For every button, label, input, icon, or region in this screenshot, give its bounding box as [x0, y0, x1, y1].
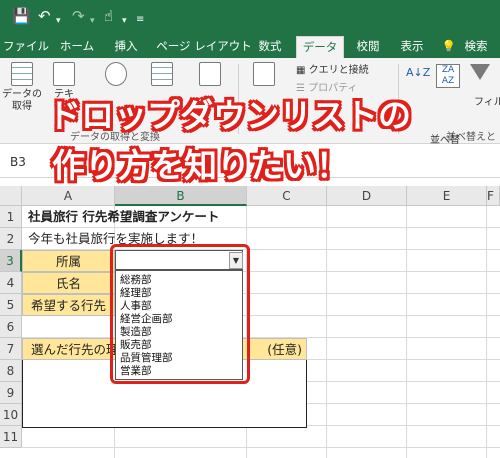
queries-connections-button[interactable]: ▦ クエリと接続 — [296, 64, 369, 78]
cell-a7-optional: (任意) — [267, 342, 302, 357]
cell-a7-label: 選んだ行先の理 — [31, 342, 119, 357]
headline-line-2: 作り方を知りたい！ — [52, 146, 349, 185]
column-header-b[interactable]: B — [115, 186, 247, 206]
row-header-6[interactable]: 6 — [0, 316, 22, 338]
cell-a5[interactable]: 希望する行先 — [22, 294, 115, 316]
properties-label: プロパティ — [308, 83, 358, 94]
row-header-9[interactable]: 9 — [0, 382, 22, 404]
undo-dropdown-icon[interactable]: ▾ — [56, 12, 61, 30]
select-all-corner[interactable] — [0, 186, 22, 206]
row-header-10[interactable]: 10 — [0, 404, 22, 426]
touch-mode-icon[interactable]: ☝ — [104, 7, 113, 25]
ribbon-tabs: ファイル ホーム 挿入 ページ レイアウト 数式 データ 校閲 表示 💡 検索 — [0, 32, 500, 58]
filter-icon[interactable] — [470, 64, 490, 85]
title-bar: 💾 ↶ ▾ ↷ ▾ ☝ ▾ ≡ — [0, 0, 500, 32]
tab-review[interactable]: 校閲 — [350, 36, 386, 58]
table-icon — [151, 62, 173, 86]
row-header-5[interactable]: 5 — [0, 294, 22, 316]
sort-dialog-icon[interactable]: ZA AZ — [436, 64, 460, 88]
tab-data[interactable]: データ — [296, 36, 344, 58]
database-icon — [11, 62, 33, 86]
row-header-3[interactable]: 3 — [0, 250, 22, 272]
properties-button[interactable]: ☰ プロパティ — [296, 82, 358, 96]
tab-view[interactable]: 表示 — [394, 36, 430, 58]
refresh-icon — [253, 62, 275, 86]
highlight-frame — [110, 244, 250, 384]
redo-icon[interactable]: ↷ — [72, 7, 85, 25]
tab-home[interactable]: ホーム — [54, 36, 100, 58]
tab-insert[interactable]: 挿入 — [106, 36, 146, 58]
cell-a4[interactable]: 氏名 — [22, 272, 115, 294]
from-table-button[interactable] — [142, 62, 182, 89]
column-header-f[interactable]: F — [487, 186, 500, 206]
cell-a1[interactable]: 社員旅行 行先希望調査アンケート — [22, 206, 322, 228]
column-header-a[interactable]: A — [22, 186, 115, 206]
row-header-7[interactable]: 7 — [0, 338, 22, 360]
row-header-2[interactable]: 2 — [0, 228, 22, 250]
get-data-label-2: 取得 — [12, 101, 32, 112]
row-header-8[interactable]: 8 — [0, 360, 22, 382]
save-icon[interactable]: 💾 — [12, 7, 31, 25]
from-web-button[interactable] — [96, 62, 136, 89]
cell-a3[interactable]: 所属 — [22, 250, 115, 272]
tell-me-search[interactable]: 検索 — [458, 36, 494, 58]
row-header-4[interactable]: 4 — [0, 272, 22, 294]
get-data-button[interactable]: データの 取得 — [2, 62, 42, 113]
column-header-e[interactable]: E — [407, 186, 487, 206]
customize-qat-icon[interactable]: ≡ — [136, 11, 144, 29]
name-box[interactable]: B3 — [4, 152, 54, 172]
tab-file[interactable]: ファイル — [2, 36, 50, 58]
touch-mode-dropdown-icon[interactable]: ▾ — [122, 12, 127, 30]
sort-asc-icon[interactable]: A↓Z — [406, 66, 430, 80]
clock-icon — [199, 62, 221, 86]
get-data-label-1: データの — [2, 89, 42, 100]
lightbulb-icon: 💡 — [441, 39, 457, 53]
headline-line-1: ドロップダウンリストの — [48, 96, 411, 135]
column-header-d[interactable]: D — [327, 186, 407, 206]
redo-dropdown-icon: ▾ — [90, 16, 95, 26]
row-header-1[interactable]: 1 — [0, 206, 22, 228]
text-file-icon — [53, 62, 75, 86]
row-header-11[interactable]: 11 — [0, 426, 22, 448]
column-header-c[interactable]: C — [247, 186, 327, 206]
tab-page-layout[interactable]: ページ レイアウト — [150, 36, 258, 58]
recent-sources-button[interactable] — [190, 62, 230, 89]
globe-icon — [105, 62, 127, 86]
queries-connections-label: クエリと接続 — [308, 65, 369, 76]
tab-formulas[interactable]: 数式 — [252, 36, 288, 58]
refresh-all-button[interactable] — [244, 62, 284, 89]
undo-icon[interactable]: ↶ — [38, 7, 51, 25]
